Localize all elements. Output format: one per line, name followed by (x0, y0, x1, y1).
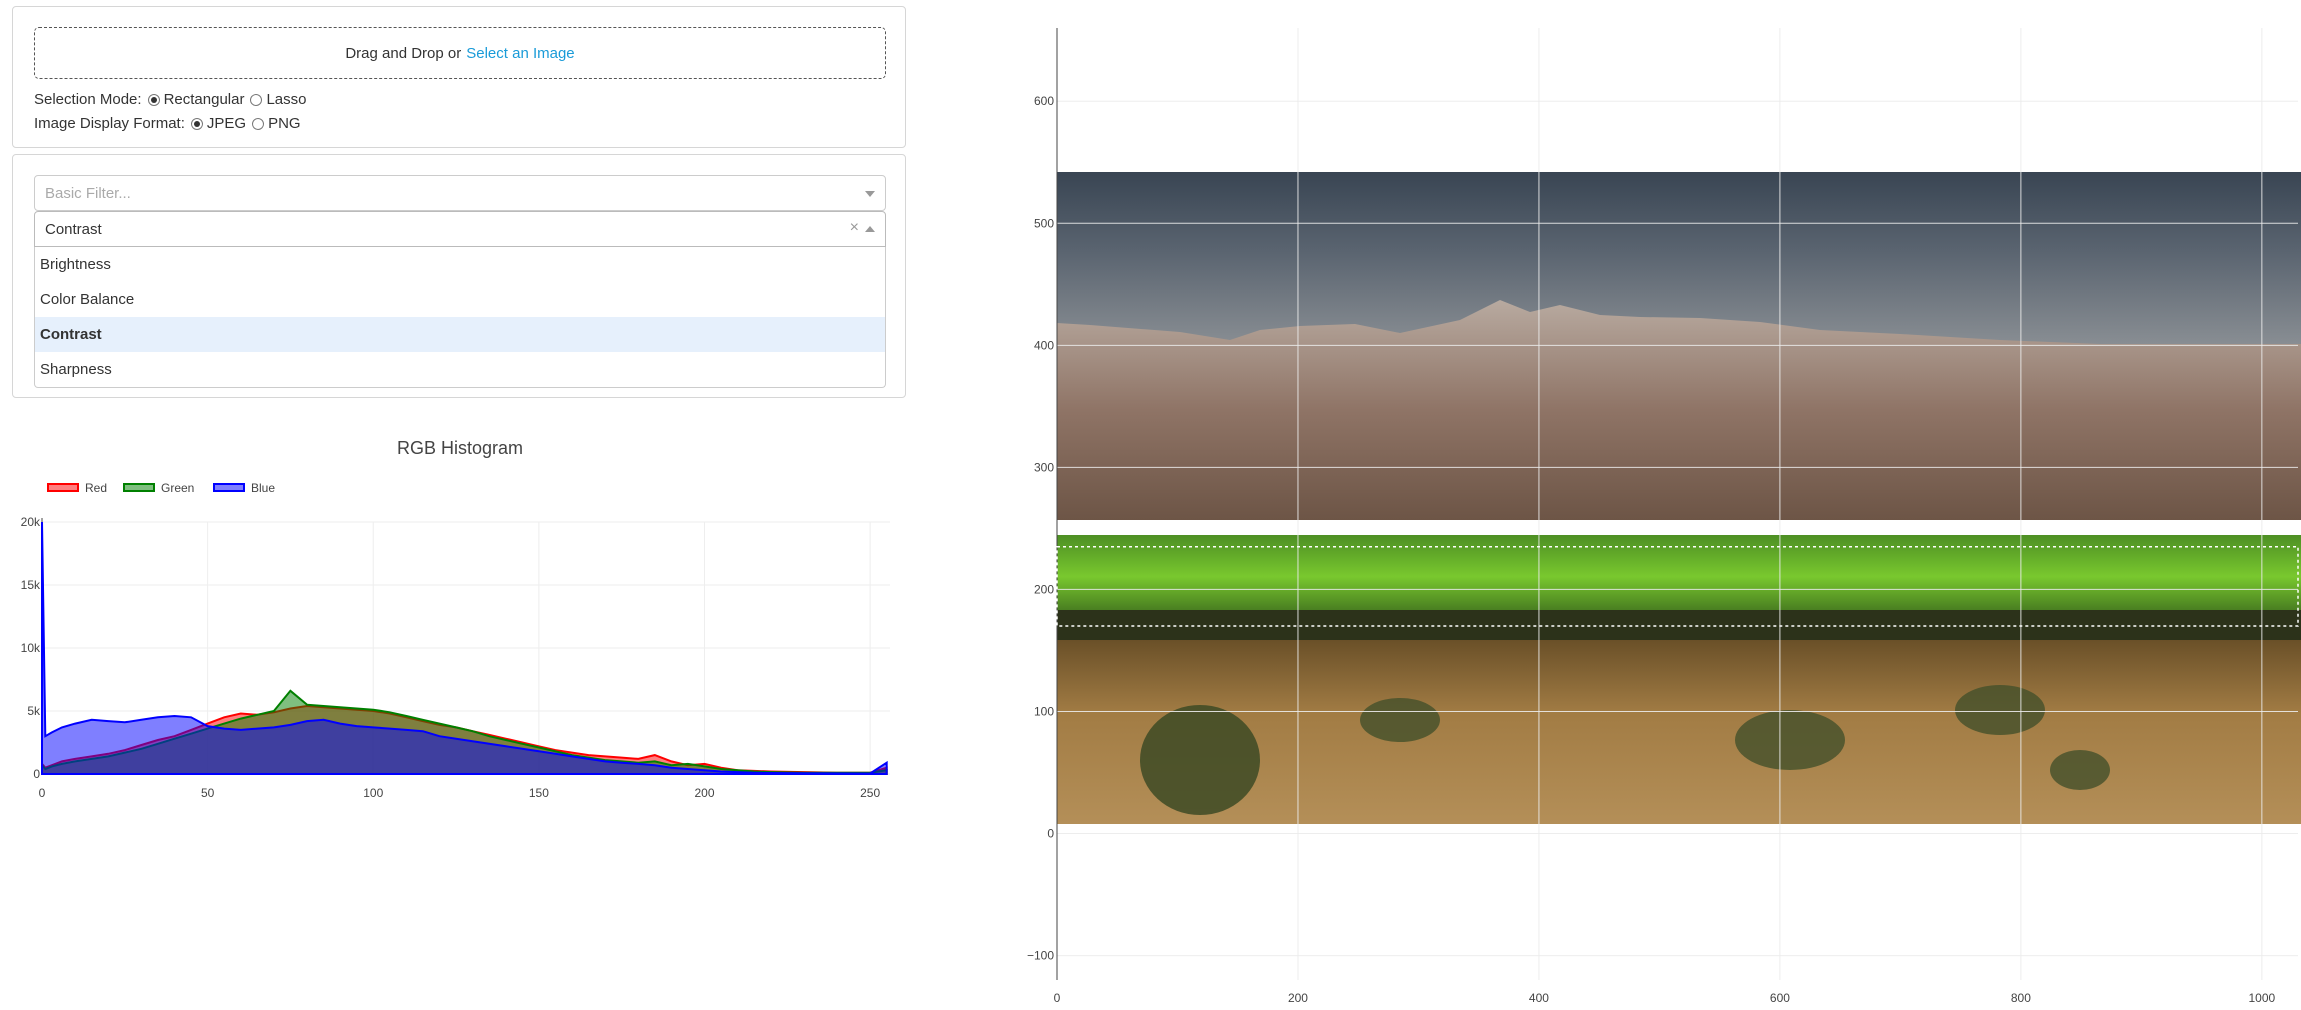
x-tick-label: 800 (2011, 991, 2031, 1005)
advanced-filter-value: Contrast (45, 220, 102, 238)
y-tick-label: −100 (1027, 949, 1054, 963)
legend-swatch-green (123, 483, 155, 492)
x-tick-label: 200 (1288, 991, 1308, 1005)
y-tick-label: 10k (21, 641, 41, 655)
y-tick-label: 0 (1047, 827, 1054, 841)
option-color-balance[interactable]: Color Balance (35, 282, 885, 317)
x-tick-label: 50 (201, 786, 215, 800)
image-plot[interactable]: 0 200 400 600 800 1000 −100 0 100 200 300 400 500 600 (1000, 0, 2301, 1010)
y-tick-label: 15k (21, 578, 41, 592)
x-tick-label: 600 (1770, 991, 1790, 1005)
image-bush (1360, 698, 1440, 742)
legend-label-red: Red (85, 481, 107, 495)
upload-panel: Drag and Drop or Select an Image Selecti… (12, 6, 906, 148)
landscape-image[interactable] (1057, 172, 2301, 824)
y-tick-label: 400 (1034, 338, 1054, 352)
x-tick-label: 150 (529, 786, 549, 800)
x-tick-label: 0 (1054, 991, 1061, 1005)
legend-label-green: Green (161, 481, 194, 495)
x-tick-label: 250 (860, 786, 880, 800)
selection-mode-label: Selection Mode: (34, 91, 142, 108)
basic-filter-dropdown[interactable]: Basic Filter... (34, 175, 886, 211)
y-tick-label: 300 (1034, 460, 1054, 474)
option-sharpness[interactable]: Sharpness (35, 352, 885, 387)
y-tick-label: 500 (1034, 216, 1054, 230)
option-brightness[interactable]: Brightness (35, 247, 885, 282)
png-radio[interactable] (252, 117, 265, 130)
jpeg-label[interactable]: JPEG (207, 115, 246, 132)
filter-options-menu: Brightness Color Balance Contrast Sharpn… (34, 247, 886, 388)
legend-label-blue: Blue (251, 481, 275, 495)
y-tick-label: 0 (33, 767, 40, 781)
legend-swatch-blue (213, 483, 245, 492)
clear-icon[interactable]: × (850, 219, 859, 237)
x-tick-label: 400 (1529, 991, 1549, 1005)
advanced-filter-dropdown[interactable]: Contrast × (34, 211, 886, 247)
lasso-label[interactable]: Lasso (266, 91, 306, 108)
x-tick-label: 200 (694, 786, 714, 800)
x-tick-label: 1000 (2249, 991, 2276, 1005)
image-bush (2050, 750, 2110, 790)
image-drop-zone[interactable]: Drag and Drop or Select an Image (34, 27, 886, 79)
lasso-radio[interactable] (250, 93, 263, 106)
image-bush (1140, 705, 1260, 815)
x-tick-label: 100 (363, 786, 383, 800)
selection-mode-row: Selection Mode: Rectangular Lasso (34, 91, 307, 108)
chevron-down-icon[interactable] (865, 191, 875, 197)
basic-filter-placeholder: Basic Filter... (45, 184, 131, 202)
display-format-row: Image Display Format: JPEG PNG (34, 115, 301, 132)
image-shrub-band (1057, 610, 2301, 640)
rgb-histogram-chart[interactable]: 0 50 100 150 200 250 0 5k 10k 15k 20k Red Green Blue (0, 456, 900, 810)
jpeg-radio[interactable] (190, 117, 203, 130)
drop-prompt: Drag and Drop or (345, 44, 462, 62)
png-label[interactable]: PNG (268, 115, 301, 132)
image-bush (1735, 710, 1845, 770)
legend-swatch-red (47, 483, 79, 492)
display-format-label: Image Display Format: (34, 115, 185, 132)
rectangular-label[interactable]: Rectangular (164, 91, 245, 108)
select-image-link[interactable]: Select an Image (466, 45, 574, 62)
y-tick-label: 20k (21, 515, 41, 529)
option-contrast[interactable]: Contrast (35, 317, 885, 352)
y-tick-label: 5k (27, 704, 41, 718)
y-tick-label: 600 (1034, 94, 1054, 108)
y-tick-label: 200 (1034, 582, 1054, 596)
x-tick-label: 0 (39, 786, 46, 800)
image-bush (1955, 685, 2045, 735)
filter-panel: Basic Filter... Contrast × Brightness Co… (12, 154, 906, 398)
rectangular-radio[interactable] (147, 93, 160, 106)
y-tick-label: 100 (1034, 704, 1054, 718)
chevron-up-icon[interactable] (865, 226, 875, 232)
